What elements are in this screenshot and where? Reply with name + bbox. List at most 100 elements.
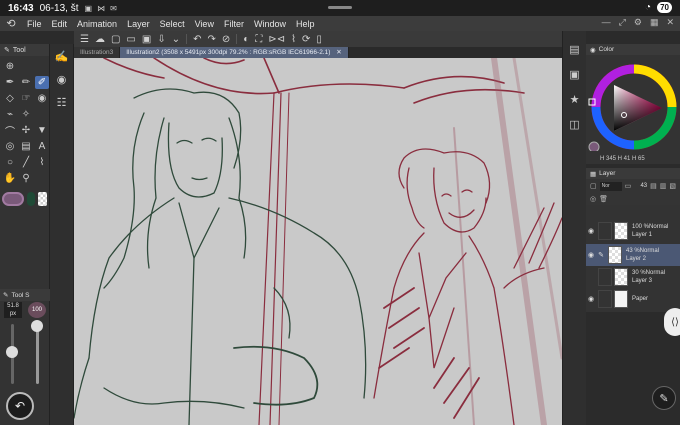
undo-button[interactable]: ↶ bbox=[6, 392, 34, 420]
background-pole bbox=[491, 58, 547, 425]
quick-pen-button[interactable]: ✎ bbox=[652, 386, 676, 410]
sliders-icon[interactable]: ☷ bbox=[57, 96, 67, 109]
layer-lock-box[interactable] bbox=[598, 290, 612, 308]
hand-tool-icon[interactable]: ✋ bbox=[3, 172, 17, 185]
new-file-icon[interactable]: ▢ bbox=[111, 34, 120, 45]
mask-icon[interactable]: ◎ bbox=[590, 195, 596, 203]
drawing-canvas[interactable] bbox=[74, 58, 562, 425]
pen-tool-icon[interactable]: ✒ bbox=[3, 76, 17, 89]
undo-icon[interactable]: ↶ bbox=[193, 34, 201, 45]
snap-icon[interactable]: ⌇ bbox=[291, 34, 296, 45]
menu-animation[interactable]: Animation bbox=[72, 19, 122, 29]
visibility-eye-icon[interactable]: ◉ bbox=[586, 227, 596, 235]
menu-help[interactable]: Help bbox=[291, 19, 320, 29]
sub-view-icon[interactable]: ▣ bbox=[569, 68, 579, 81]
menu-layer[interactable]: Layer bbox=[122, 19, 155, 29]
delete-layer-icon[interactable]: 🗑 bbox=[599, 195, 608, 203]
brush-size-slider-knob[interactable] bbox=[6, 346, 18, 358]
save-icon[interactable]: ▣ bbox=[142, 34, 151, 45]
status-bar: 16:43 06-13, št ▣ ⋈ ✉ ◔ 70 bbox=[0, 0, 680, 16]
pencil-tool-icon[interactable]: ✏ bbox=[19, 76, 33, 89]
blend-tool-icon[interactable]: ☞ bbox=[19, 92, 33, 105]
eraser-tool-icon[interactable]: ◇ bbox=[3, 92, 17, 105]
line-tool-icon[interactable]: ╱ bbox=[19, 156, 33, 169]
blend-mode-select[interactable]: Nor bbox=[599, 181, 622, 191]
close-icon[interactable]: ✕ bbox=[666, 17, 674, 28]
fill-tool-icon[interactable]: ◉ bbox=[35, 92, 49, 105]
move-tool-icon[interactable]: ✢ bbox=[19, 124, 33, 137]
brush-tool-icon[interactable]: ✐ bbox=[35, 76, 49, 89]
curve-tool-icon[interactable]: ⌇ bbox=[35, 156, 49, 169]
menu-select[interactable]: Select bbox=[155, 19, 190, 29]
menu-filter[interactable]: Filter bbox=[219, 19, 249, 29]
transparent-color-swatch[interactable] bbox=[38, 192, 47, 206]
transform-icon[interactable]: ⛶ bbox=[255, 34, 262, 45]
expand-icon[interactable]: ⤢ bbox=[619, 17, 626, 28]
eyedropper-tool-icon[interactable]: ⚲ bbox=[19, 172, 33, 185]
minimize-icon[interactable]: — bbox=[602, 17, 611, 28]
main-color-swatch[interactable] bbox=[2, 192, 24, 206]
open-folder-icon[interactable]: ▭ bbox=[126, 34, 135, 45]
close-tab-icon[interactable]: ✕ bbox=[336, 49, 341, 56]
layer-row[interactable]: ◉ 100 %Normal Layer 1 bbox=[586, 220, 680, 242]
menu-file[interactable]: File bbox=[22, 19, 47, 29]
brush-panel-icon[interactable]: ✍ bbox=[55, 50, 69, 63]
visibility-eye-icon[interactable]: ◉ bbox=[586, 295, 596, 303]
layer-lock-box[interactable] bbox=[598, 268, 612, 286]
zoom-tool-icon[interactable]: ⊕ bbox=[3, 60, 17, 73]
tab-illustration2[interactable]: Illustration2 (3508 x 5491px 300dpi 79.2… bbox=[120, 47, 349, 58]
canvas-artwork[interactable] bbox=[74, 58, 562, 425]
bucket-tool-icon[interactable]: ▼ bbox=[35, 124, 49, 137]
gradient-tool-icon[interactable]: ▤ bbox=[19, 140, 33, 153]
reset-view-icon[interactable]: ⟳ bbox=[302, 34, 310, 45]
brush-size-readout[interactable]: 51.8 px bbox=[4, 302, 22, 318]
export-icon[interactable]: ⇩ bbox=[157, 34, 165, 45]
info-icon[interactable]: ◫ bbox=[569, 118, 579, 131]
modes-icon[interactable]: ▦ bbox=[650, 17, 659, 28]
layer-lock-icon[interactable]: ▭ bbox=[625, 182, 632, 190]
current-color-dot[interactable] bbox=[588, 141, 600, 153]
ellipse-tool-icon[interactable]: ○ bbox=[3, 156, 17, 169]
sub-color-swatch[interactable] bbox=[27, 192, 35, 206]
tab-illustration3[interactable]: Illustration3 bbox=[74, 47, 121, 58]
menu-view[interactable]: View bbox=[190, 19, 219, 29]
layer-opacity-value[interactable]: 43 bbox=[640, 183, 647, 189]
brush-opacity-slider[interactable] bbox=[36, 324, 39, 384]
brush-opacity-slider-knob[interactable] bbox=[31, 320, 43, 332]
layer-lock-box[interactable] bbox=[598, 222, 612, 240]
visibility-eye-icon[interactable]: ◉ bbox=[586, 251, 596, 259]
layer-row[interactable]: 30 %Normal Layer 3 bbox=[586, 266, 680, 288]
dropdown-icon[interactable]: ⌄ bbox=[172, 34, 180, 45]
fill-icon[interactable]: ◐ bbox=[243, 34, 249, 45]
text-tool-icon[interactable]: A bbox=[35, 140, 49, 153]
tool-panel-icon: ✎ bbox=[4, 47, 10, 54]
material-icon[interactable]: ▤ bbox=[569, 43, 579, 56]
new-raster-icon[interactable]: ▤ bbox=[650, 182, 657, 190]
clear-icon[interactable]: ⊘ bbox=[222, 34, 230, 45]
panel-toggle-button[interactable]: ⟨⟩ bbox=[664, 308, 680, 336]
layer-row[interactable]: ◉ Paper bbox=[586, 288, 680, 310]
app-logo-icon[interactable]: ⟲ bbox=[0, 17, 22, 30]
new-vector-icon[interactable]: ▥ bbox=[660, 182, 667, 190]
drag-handle[interactable] bbox=[328, 6, 352, 9]
layer-row[interactable]: ◉ ✎ 43 %Normal Layer 2 bbox=[586, 244, 680, 266]
hamburger-icon[interactable]: ☰ bbox=[80, 34, 89, 45]
menu-window[interactable]: Window bbox=[249, 19, 291, 29]
selection-tool-icon[interactable]: ◎ bbox=[3, 140, 17, 153]
favorites-icon[interactable]: ★ bbox=[570, 93, 580, 106]
new-folder-icon[interactable]: ▧ bbox=[669, 182, 676, 190]
battery-indicator: 70 bbox=[657, 2, 672, 13]
color-wheel[interactable] bbox=[586, 55, 680, 153]
layer-property-icon[interactable]: ▢ bbox=[590, 182, 597, 190]
fit-icon[interactable]: ▯ bbox=[316, 34, 322, 45]
brush-opacity-readout[interactable]: 100 bbox=[28, 302, 46, 318]
redo-icon[interactable]: ↷ bbox=[208, 34, 216, 45]
flip-icon[interactable]: ⊳⊲ bbox=[268, 34, 285, 45]
settings-icon[interactable]: ⚙ bbox=[634, 17, 642, 28]
decoration-tool-icon[interactable]: ✧ bbox=[19, 108, 33, 121]
cloud-icon[interactable]: ☁ bbox=[95, 34, 105, 45]
menu-edit[interactable]: Edit bbox=[47, 19, 73, 29]
airbrush-tool-icon[interactable]: ⌁ bbox=[3, 108, 17, 121]
lasso-tool-icon[interactable]: ⌒ bbox=[3, 124, 17, 138]
navigator-icon[interactable]: ◉ bbox=[57, 73, 67, 86]
